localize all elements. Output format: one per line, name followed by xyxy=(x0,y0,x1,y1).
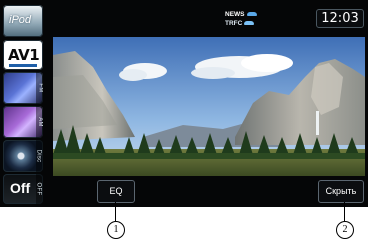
car-icon xyxy=(246,12,257,17)
active-source-indicator xyxy=(9,64,37,67)
source-ipod-label: iPod xyxy=(9,14,32,26)
source-am-label: AM xyxy=(37,117,43,127)
video-image xyxy=(53,37,365,176)
video-playback-area[interactable] xyxy=(53,37,365,176)
source-am-button[interactable]: AM xyxy=(3,106,43,138)
source-ipod-button[interactable]: iPod xyxy=(3,5,43,37)
callout-1: 1 xyxy=(107,221,125,239)
callout-2-line xyxy=(344,202,345,221)
source-av1-button[interactable]: AV1 xyxy=(3,40,43,70)
source-off-side-label: OFF xyxy=(35,182,42,196)
trfc-row: TRFC xyxy=(225,19,261,28)
source-off-button[interactable]: Off OFF xyxy=(3,174,43,204)
source-disc-label: Disc xyxy=(35,149,42,163)
callout-1-line xyxy=(115,202,116,221)
eq-button[interactable]: EQ xyxy=(97,180,135,203)
head-unit-screen: iPod AV1 FM AM Disc Off OFF NEWS TRFC 12… xyxy=(0,0,368,207)
trfc-label: TRFC xyxy=(225,20,243,27)
source-av1-label: AV1 xyxy=(8,46,40,64)
news-label: NEWS xyxy=(225,11,245,18)
clock: 12:03 xyxy=(316,9,364,28)
news-traffic-indicator[interactable]: NEWS TRFC xyxy=(225,10,261,32)
source-off-label: Off xyxy=(10,180,31,196)
traffic-car-icon xyxy=(244,21,255,26)
callout-2: 2 xyxy=(336,221,354,239)
source-fm-button[interactable]: FM xyxy=(3,72,43,104)
news-row: NEWS xyxy=(225,10,261,19)
hide-button[interactable]: Скрыть xyxy=(318,180,364,203)
source-disc-button[interactable]: Disc xyxy=(3,140,43,172)
source-fm-label: FM xyxy=(37,83,43,93)
